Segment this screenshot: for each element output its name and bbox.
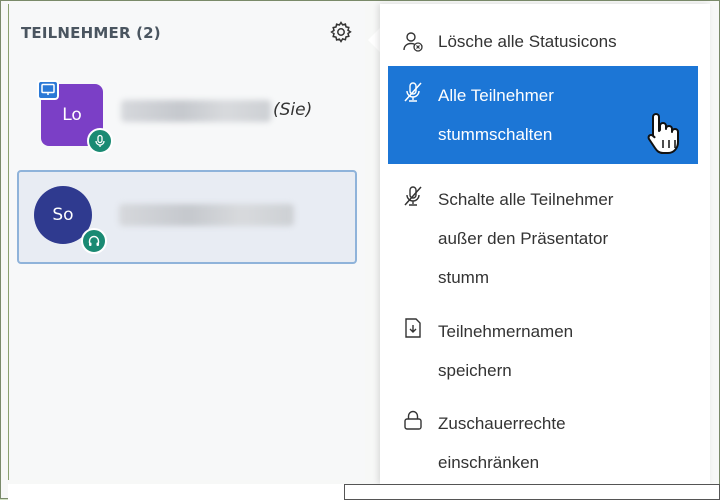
avatar-initials: Lo (62, 105, 82, 125)
lock-icon (402, 406, 424, 430)
presenter-icon (37, 80, 59, 100)
avatar-initials: So (52, 205, 74, 225)
you-label: (Sie) (273, 100, 313, 120)
panel-title: TEILNEHMER (2) (21, 24, 161, 42)
user-row-self[interactable]: Lo (Sie) (17, 76, 357, 156)
menu-item-save-names[interactable]: Teilnehmernamen speichern (388, 302, 698, 386)
mute-mic-icon (402, 78, 424, 102)
mute-mic-icon (402, 182, 424, 206)
panel-footer (8, 484, 344, 500)
menu-item-label-line: Teilnehmernamen (438, 322, 574, 341)
options-menu: Lösche alle Statusicons Alle Teilnehmer … (380, 4, 710, 484)
user-row-other[interactable]: So (17, 170, 357, 264)
menu-item-label-line: Zuschauerrechte (438, 414, 566, 433)
menu-item-label-line: einschränken (438, 453, 540, 472)
user-name-redacted (121, 100, 271, 122)
hand-cursor-icon (644, 110, 684, 158)
user-name-redacted (119, 204, 294, 226)
headphones-icon (81, 228, 107, 254)
menu-item-mute-except-presenter[interactable]: Schalte alle Teilnehmer außer den Präsen… (388, 170, 698, 294)
input-area[interactable] (344, 484, 720, 500)
menu-item-label-line: stumm (438, 268, 489, 287)
menu-item-label-line: speichern (438, 361, 512, 380)
menu-pointer (368, 28, 380, 52)
menu-item-lock-viewers[interactable]: Zuschauerrechte einschränken (388, 394, 698, 480)
gear-icon[interactable] (329, 20, 353, 44)
download-file-icon (402, 314, 424, 338)
menu-item-clear-status[interactable]: Lösche alle Statusicons (388, 18, 698, 66)
menu-item-label-line: außer den Präsentator (438, 229, 609, 248)
clear-status-icon (402, 28, 424, 52)
menu-item-label: Lösche alle Statusicons (438, 32, 617, 51)
microphone-icon (87, 128, 113, 154)
participants-panel: TEILNEHMER (2) Lo (Sie) So (8, 4, 365, 480)
menu-item-label-line: Schalte alle Teilnehmer (438, 190, 614, 209)
